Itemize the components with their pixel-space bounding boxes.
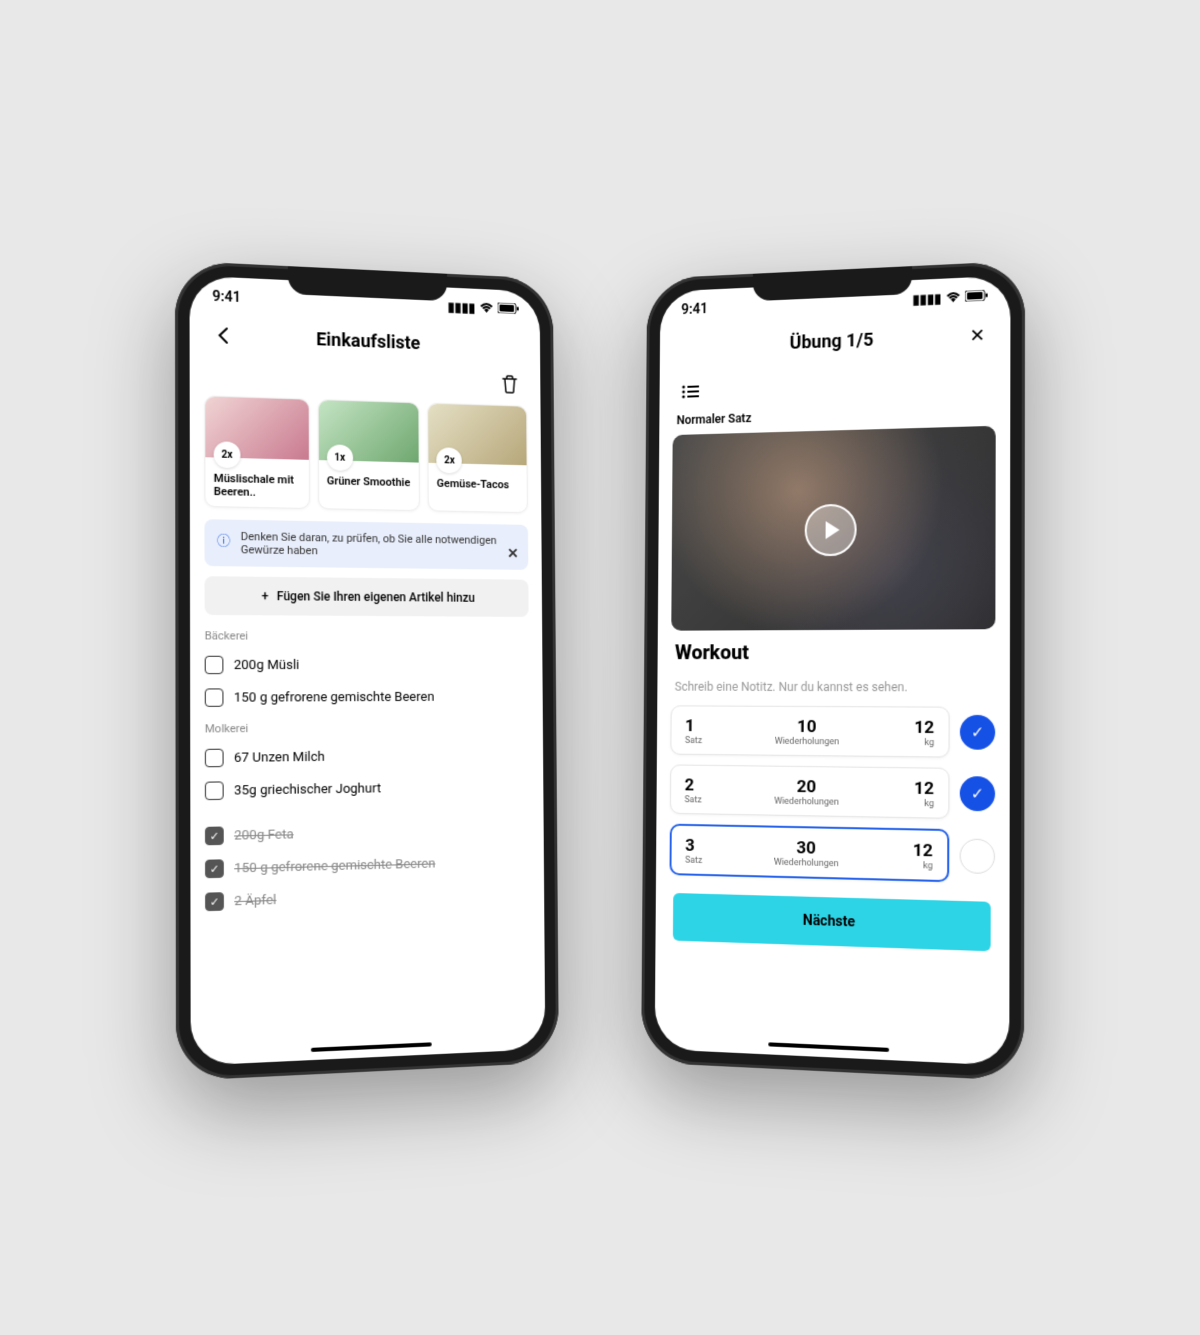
set-number: 2: [685, 775, 702, 795]
recipe-image: 2x: [205, 396, 308, 459]
phone-shopping-list: 9:41 ▮▮▮▮ Einkaufsliste: [175, 260, 559, 1080]
recipe-image: 2x: [429, 403, 527, 465]
checkbox[interactable]: [205, 781, 224, 800]
wifi-icon: [479, 301, 494, 316]
signal-icon: ▮▮▮▮: [912, 291, 941, 307]
next-label: Nächste: [803, 912, 855, 930]
item-text: 200g Müsli: [234, 657, 300, 672]
list-item[interactable]: 200g Müsli: [205, 648, 529, 681]
set-empty-check[interactable]: [960, 838, 995, 874]
list-item[interactable]: 67 Unzen Milch: [205, 739, 530, 775]
status-icons: ▮▮▮▮: [912, 289, 987, 307]
reps-value: 30: [774, 837, 839, 859]
set-label: Satz: [685, 735, 702, 745]
plus-icon: +: [262, 589, 269, 603]
trash-button[interactable]: [496, 369, 523, 397]
list-item[interactable]: 150 g gefrorene gemischte Beeren: [205, 681, 530, 714]
checkbox[interactable]: [205, 749, 224, 768]
set-done-check[interactable]: ✓: [960, 776, 995, 811]
item-text: 2 Äpfel: [234, 892, 276, 909]
info-text: Denken Sie daran, zu prüfen, ob Sie alle…: [241, 530, 517, 560]
qty-badge: 2x: [437, 447, 463, 473]
item-text: 67 Unzen Milch: [234, 749, 325, 765]
checkbox-checked[interactable]: ✓: [205, 826, 224, 845]
item-text: 150 g gefrorene gemischte Beeren: [234, 689, 435, 705]
status-time: 9:41: [681, 301, 708, 318]
screen-shopping: 9:41 ▮▮▮▮ Einkaufsliste: [190, 275, 546, 1065]
list-item[interactable]: 35g griechischer Joghurt: [205, 770, 530, 807]
list-icon[interactable]: [677, 377, 704, 405]
reps-value: 20: [774, 776, 839, 797]
checkbox[interactable]: [205, 656, 224, 674]
qty-badge: 2x: [214, 441, 241, 468]
reps-label: Wiederholungen: [774, 796, 839, 807]
weight-label: kg: [913, 860, 933, 871]
battery-icon: [965, 289, 988, 305]
set-card[interactable]: 2Satz 20Wiederholungen 12kg: [670, 764, 950, 818]
set-row: 3Satz 30Wiederholungen 12kg: [669, 823, 995, 883]
set-label: Satz: [685, 855, 702, 865]
play-icon[interactable]: [805, 503, 857, 556]
info-icon: ⓘ: [217, 529, 230, 548]
battery-icon: [498, 302, 519, 318]
set-label: Satz: [684, 795, 701, 805]
section-label: Bäckerei: [205, 629, 529, 643]
screen-workout: 9:41 ▮▮▮▮ Übung 1/5 ✕ Normaler S: [655, 275, 1011, 1065]
close-banner-button[interactable]: ✕: [507, 546, 518, 562]
add-item-label: Fügen Sie Ihren eigenen Artikel hinzu: [277, 589, 475, 605]
back-button[interactable]: [208, 320, 237, 349]
add-item-button[interactable]: + Fügen Sie Ihren eigenen Artikel hinzu: [205, 576, 529, 617]
page-title: Einkaufsliste: [237, 325, 496, 356]
status-icons: ▮▮▮▮: [448, 299, 519, 317]
checkbox-checked[interactable]: ✓: [205, 859, 224, 878]
weight-label: kg: [914, 737, 934, 747]
info-banner: ⓘ Denken Sie daran, zu prüfen, ob Sie al…: [204, 519, 528, 570]
qty-badge: 1x: [327, 444, 353, 471]
reps-label: Wiederholungen: [775, 736, 840, 747]
reps-label: Wiederholungen: [774, 857, 839, 869]
recipe-card[interactable]: 2x Gemüse-Tacos: [428, 402, 528, 513]
weight-value: 12: [914, 717, 934, 737]
recipe-card[interactable]: 1x Grüner Smoothie: [317, 399, 420, 511]
weight-value: 12: [914, 778, 934, 799]
set-card[interactable]: 1Satz 10Wiederholungen 12kg: [670, 705, 949, 757]
section-label: Molkerei: [205, 720, 530, 735]
checkbox[interactable]: [205, 688, 224, 706]
note-input[interactable]: Schreib eine Notitz. Nur du kannst es se…: [671, 671, 996, 706]
phone-workout: 9:41 ▮▮▮▮ Übung 1/5 ✕ Normaler S: [641, 260, 1025, 1080]
workout-title: Workout: [675, 639, 991, 664]
set-row: 1Satz 10Wiederholungen 12kg ✓: [670, 705, 995, 758]
checkbox-checked[interactable]: ✓: [205, 892, 224, 911]
item-text: 150 g gefrorene gemischte Beeren: [234, 856, 435, 876]
item-text: 35g griechischer Joghurt: [234, 781, 381, 798]
page-title: Übung 1/5: [704, 325, 963, 356]
set-card-active[interactable]: 3Satz 30Wiederholungen 12kg: [669, 823, 949, 882]
weight-value: 12: [913, 840, 933, 861]
recipe-image: 1x: [318, 400, 419, 463]
set-done-check[interactable]: ✓: [960, 714, 995, 749]
wifi-icon: [946, 290, 961, 306]
status-time: 9:41: [212, 288, 241, 305]
recipe-card[interactable]: 2x Müslischale mit Beeren..: [204, 395, 309, 509]
set-number: 1: [685, 716, 702, 736]
next-button[interactable]: Nächste: [673, 892, 991, 950]
signal-icon: ▮▮▮▮: [448, 299, 476, 315]
recipe-row: 2x Müslischale mit Beeren.. 1x Grüner Sm…: [204, 395, 528, 513]
set-number: 3: [685, 835, 702, 855]
set-row: 2Satz 20Wiederholungen 12kg ✓: [670, 764, 995, 819]
exercise-video[interactable]: [671, 425, 995, 630]
item-text: 200g Feta: [234, 827, 293, 843]
reps-value: 10: [775, 716, 840, 736]
close-button[interactable]: ✕: [963, 320, 992, 349]
weight-label: kg: [914, 798, 934, 809]
